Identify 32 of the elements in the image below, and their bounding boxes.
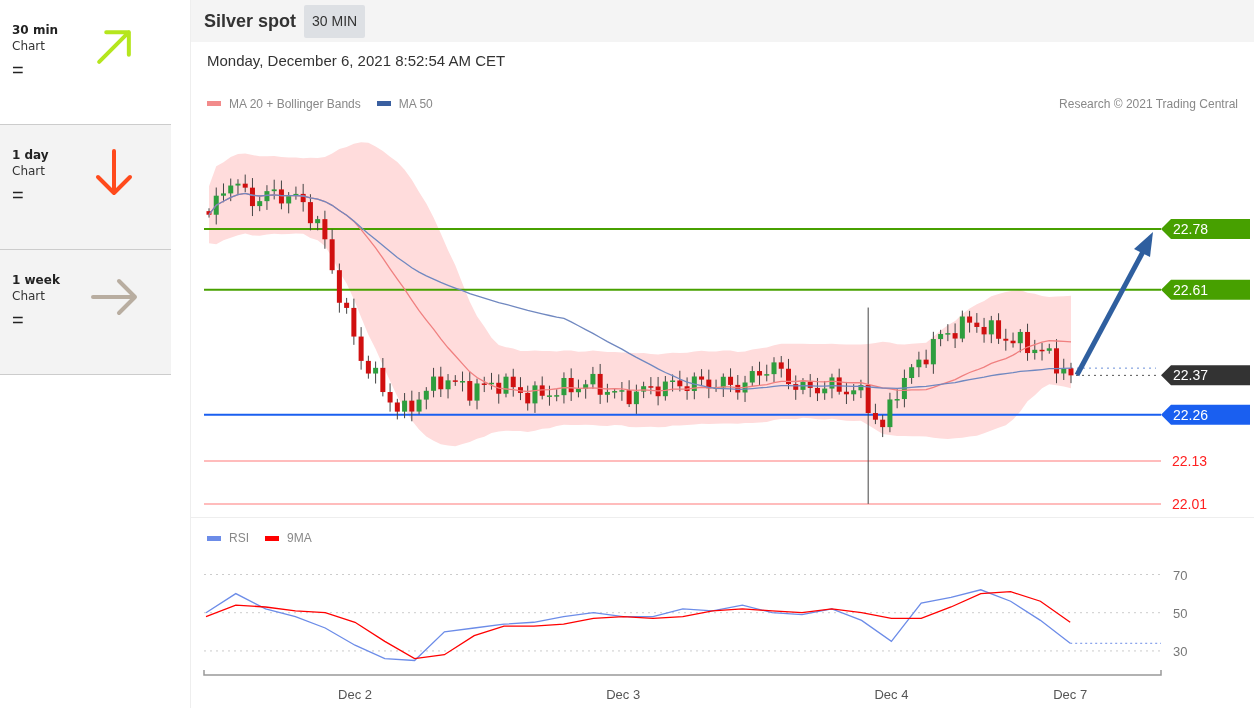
price-tag: 22.26 xyxy=(1161,404,1250,425)
legend-label: MA 50 xyxy=(398,95,433,113)
axis-tick-label: Dec 2 xyxy=(338,687,372,702)
price-level-label: 22.13 xyxy=(1172,453,1208,470)
axis-tick-label: Dec 3 xyxy=(606,687,641,702)
chart-label: Chart xyxy=(12,288,46,304)
trend-sign: = xyxy=(12,185,25,205)
axis-tick-label: Dec 7 xyxy=(1053,687,1088,702)
chart-label: Chart xyxy=(12,163,46,179)
timeframe-title: 1 day xyxy=(12,147,49,163)
timeframe-badge: 30 MIN xyxy=(304,4,366,38)
chart-label: Chart xyxy=(12,38,46,54)
timeframe-item[interactable]: 1 day Chart = xyxy=(0,125,171,250)
price-tag: 22.78 xyxy=(1161,219,1250,239)
legend-label: RSI xyxy=(229,530,249,547)
trend-sign: = xyxy=(12,310,25,330)
legend-label: 9MA xyxy=(287,530,312,547)
price-level-label: 22.01 xyxy=(1172,495,1208,512)
timeframe-title: 30 min xyxy=(12,22,59,38)
chart-title: Silver spot xyxy=(204,9,297,33)
credit-text: Research © 2021 Trading Central xyxy=(1059,95,1238,113)
legend-label: MA 20 + Bollinger Bands xyxy=(229,95,361,113)
price-tag: 22.61 xyxy=(1161,279,1250,300)
axis-tick-label: Dec 4 xyxy=(874,687,909,702)
timestamp: Monday, December 6, 2021 8:52:54 AM CET xyxy=(206,51,507,71)
timeframe-title: 1 week xyxy=(12,272,60,288)
price-tag: 22.37 xyxy=(1161,365,1250,386)
timeframe-item[interactable]: 1 week Chart = xyxy=(0,250,171,375)
trend-sign: = xyxy=(12,60,25,80)
axis-tick-label: 30 xyxy=(1173,643,1188,659)
axis-tick-label: 70 xyxy=(1173,567,1188,583)
axis-tick-label: 50 xyxy=(1173,605,1188,621)
